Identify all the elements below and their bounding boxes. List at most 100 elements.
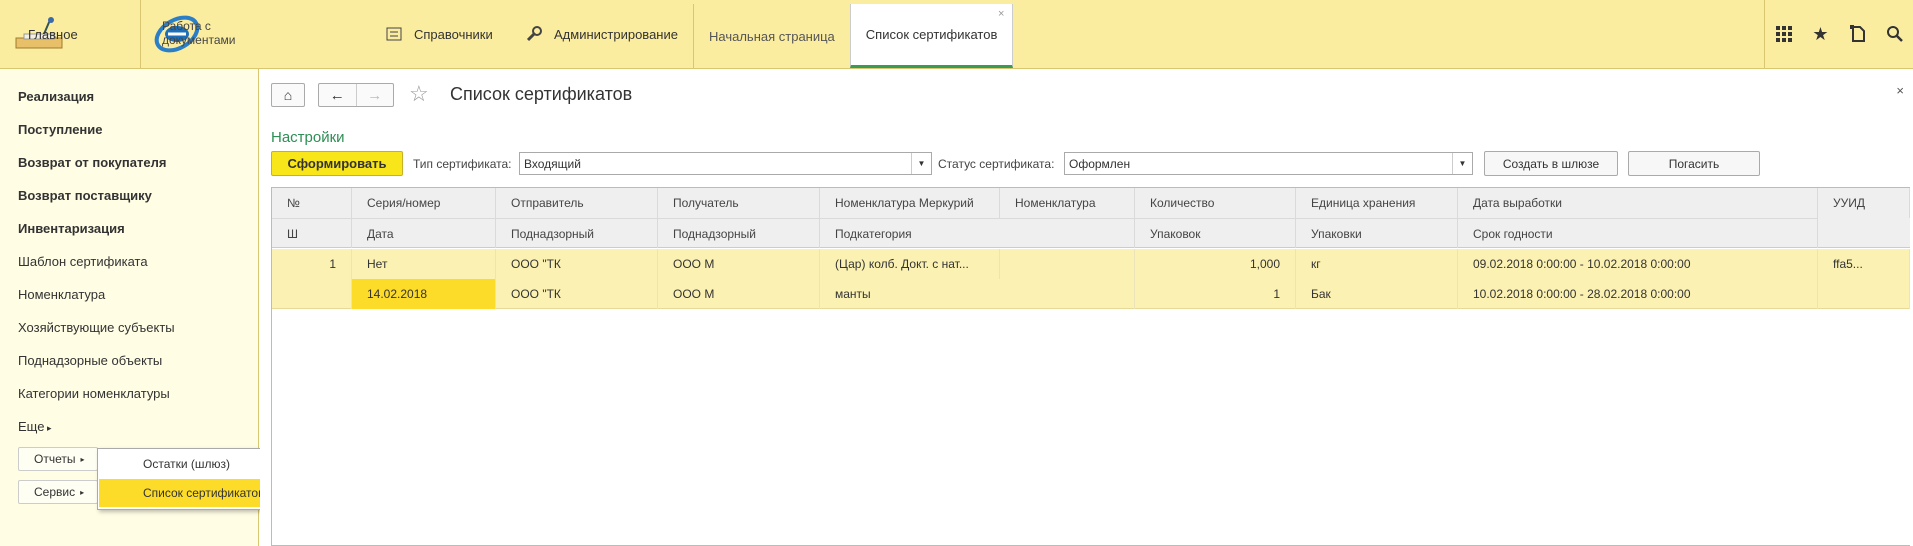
- list-icon: [384, 24, 404, 44]
- wrench-icon: [524, 24, 544, 44]
- home-label: Главное: [28, 26, 78, 42]
- table-cell: кг: [1296, 249, 1458, 279]
- sidebar-item-sales[interactable]: Реализация: [18, 89, 94, 104]
- table-cell: 1,000: [1135, 249, 1296, 279]
- column-header[interactable]: Дата выработки: [1458, 188, 1818, 218]
- table-cell: Нет: [352, 249, 496, 279]
- table-cell: ООО М: [658, 249, 820, 279]
- chevron-right-icon: ▸: [80, 454, 85, 464]
- close-form-icon[interactable]: ×: [1896, 83, 1904, 98]
- table-header: № Серия/номер Отправитель Получатель Ном…: [272, 188, 1910, 248]
- table-cell: [1818, 279, 1910, 309]
- column-header[interactable]: Дата: [352, 218, 496, 248]
- column-header[interactable]: Номенклатура: [1000, 188, 1135, 218]
- table-cell: 10.02.2018 0:00:00 - 28.02.2018 0:00:00: [1458, 279, 1818, 309]
- close-tab-icon[interactable]: ×: [998, 8, 1004, 20]
- column-header[interactable]: Поднадзорный: [658, 218, 820, 248]
- column-header[interactable]: Подкатегория: [820, 218, 1135, 248]
- settings-link[interactable]: Настройки: [271, 129, 345, 146]
- sidebar-item-supervised-objects[interactable]: Поднадзорные объекты: [18, 353, 162, 368]
- table-cell: [272, 279, 352, 309]
- generate-button[interactable]: Сформировать: [271, 151, 403, 176]
- table-row[interactable]: 1 Нет ООО "ТК ООО М (Цар) колб. Докт. с …: [272, 249, 1910, 279]
- certificate-type-value: Входящий: [524, 156, 581, 171]
- docs-label: Работа с документами: [162, 19, 236, 47]
- certificate-type-field[interactable]: Входящий ▼: [519, 152, 932, 175]
- sidebar-item-business-entities[interactable]: Хозяйствующие субъекты: [18, 320, 175, 335]
- table-cell: ООО "ТК: [496, 279, 658, 309]
- table-cell: ООО "ТК: [496, 249, 658, 279]
- main-content: ⌂ ← → ☆ Список сертификатов × Настройки …: [260, 69, 1910, 546]
- sidebar-item-certificate-template[interactable]: Шаблон сертификата: [18, 254, 148, 269]
- column-header[interactable]: Количество: [1135, 188, 1296, 218]
- table-cell: 1: [272, 249, 352, 279]
- docs-section[interactable]: Работа с документами: [152, 0, 235, 68]
- dropdown-icon[interactable]: ▼: [911, 153, 931, 174]
- column-header[interactable]: Номенклатура Меркурий: [820, 188, 1000, 218]
- certificate-status-label: Статус сертификата:: [938, 157, 1055, 171]
- service-button[interactable]: Сервис ▸: [18, 480, 98, 504]
- search-icon[interactable]: [1876, 0, 1913, 68]
- reports-label: Отчеты: [34, 452, 76, 466]
- certificate-status-value: Оформлен: [1069, 156, 1131, 171]
- table-cell: 1: [1135, 279, 1296, 309]
- tab-label: Список сертификатов: [865, 27, 998, 42]
- dropdown-icon[interactable]: ▼: [1452, 153, 1472, 174]
- service-label: Сервис: [34, 485, 76, 499]
- table-row[interactable]: 14.02.2018 ООО "ТК ООО М манты 1 Бак 10.…: [272, 279, 1910, 309]
- sidebar-item-nomenclature-categories[interactable]: Категории номенклатуры: [18, 386, 170, 401]
- table-cell: ООО М: [658, 279, 820, 309]
- column-header[interactable]: Серия/номер: [352, 188, 496, 218]
- home-button[interactable]: ⌂: [271, 83, 305, 107]
- create-in-gateway-button[interactable]: Создать в шлюзе: [1484, 151, 1618, 176]
- history-icon[interactable]: [1839, 0, 1876, 68]
- table-cell: (Цар) колб. Докт. с нат...: [820, 249, 1000, 279]
- chevron-right-icon: ▸: [80, 487, 85, 497]
- forward-arrow-icon[interactable]: →: [355, 84, 394, 106]
- toolbar-right: ★: [1764, 0, 1913, 68]
- column-header[interactable]: Ш: [272, 218, 352, 248]
- table-cell: манты: [820, 279, 1135, 309]
- column-header[interactable]: №: [272, 188, 352, 218]
- star-icon[interactable]: ★: [1802, 0, 1839, 68]
- top-bar: Главное Работа с документами Справочники…: [0, 0, 1913, 69]
- table-cell: [1000, 249, 1135, 279]
- column-header[interactable]: Срок годности: [1458, 218, 1818, 248]
- certificates-table: № Серия/номер Отправитель Получатель Ном…: [271, 187, 1910, 546]
- references-label: Справочники: [414, 26, 493, 42]
- grid-icon[interactable]: [1765, 0, 1802, 68]
- tab-start-page[interactable]: Начальная страница: [693, 4, 850, 68]
- references-section[interactable]: Справочники: [384, 0, 493, 68]
- sidebar-item-customer-return[interactable]: Возврат от покупателя: [18, 155, 166, 170]
- reports-button[interactable]: Отчеты ▸: [18, 447, 98, 471]
- favorite-star-icon[interactable]: ☆: [409, 81, 429, 107]
- repay-button[interactable]: Погасить: [1628, 151, 1760, 176]
- sidebar-item-more[interactable]: Еще: [18, 419, 51, 434]
- column-header[interactable]: Упаковок: [1135, 218, 1296, 248]
- back-arrow-icon[interactable]: ←: [319, 84, 356, 106]
- column-header[interactable]: УУИД: [1818, 188, 1910, 218]
- column-header[interactable]: Отправитель: [496, 188, 658, 218]
- column-header[interactable]: Единица хранения: [1296, 188, 1458, 218]
- sidebar-item-nomenclature[interactable]: Номенклатура: [18, 287, 105, 302]
- nav-arrows: ← →: [318, 83, 394, 107]
- home-section[interactable]: Главное: [0, 0, 141, 68]
- sidebar-item-receipts[interactable]: Поступление: [18, 122, 103, 137]
- table-cell: Бак: [1296, 279, 1458, 309]
- page-title: Список сертификатов: [450, 84, 633, 104]
- tab-certificates[interactable]: Список сертификатов ×: [849, 4, 1014, 68]
- table-cell-selected[interactable]: 14.02.2018: [352, 279, 496, 309]
- admin-label: Администрирование: [554, 26, 678, 42]
- table-cell: 09.02.2018 0:00:00 - 10.02.2018 0:00:00: [1458, 249, 1818, 279]
- certificate-type-label: Тип сертификата:: [413, 157, 512, 171]
- column-header[interactable]: Получатель: [658, 188, 820, 218]
- certificate-status-field[interactable]: Оформлен ▼: [1064, 152, 1473, 175]
- home-icon: ⌂: [283, 87, 293, 103]
- column-header[interactable]: Упаковки: [1296, 218, 1458, 248]
- admin-section[interactable]: Администрирование: [524, 0, 678, 68]
- sidebar-item-supplier-return[interactable]: Возврат поставщику: [18, 188, 152, 203]
- tab-label: Начальная страница: [709, 28, 835, 44]
- sidebar-item-inventory[interactable]: Инвентаризация: [18, 221, 125, 236]
- open-tabs: Начальная страница Список сертификатов ×: [693, 4, 1014, 68]
- column-header[interactable]: Поднадзорный: [496, 218, 658, 248]
